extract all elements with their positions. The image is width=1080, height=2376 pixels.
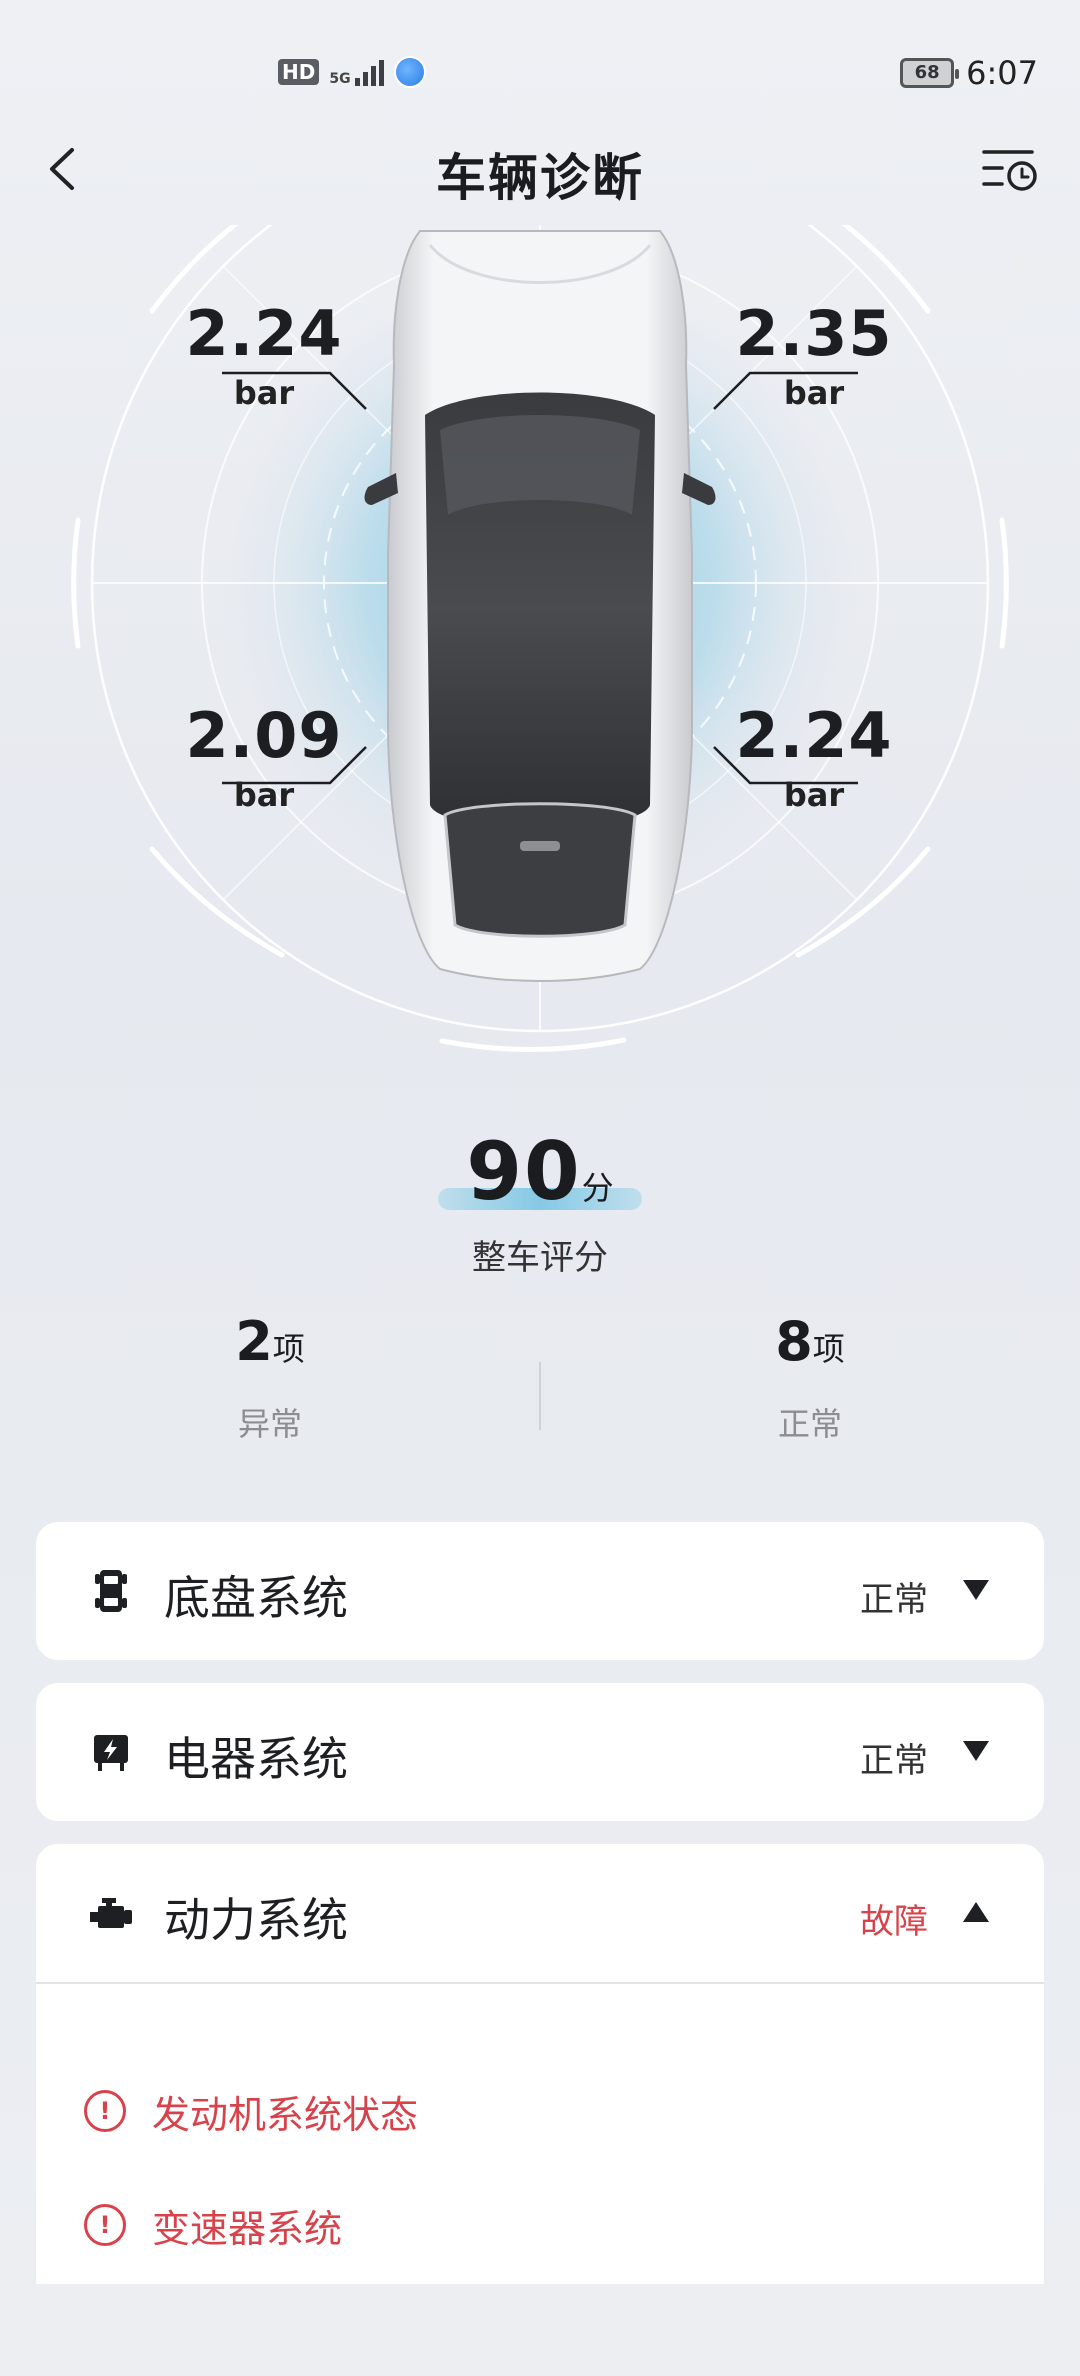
fault-item[interactable]: ! 发动机系统状态: [36, 2074, 1044, 2188]
history-button[interactable]: [980, 144, 1040, 194]
system-card-power[interactable]: 动力系统 故障 ! 发动机系统状态 ! 变速器系统: [36, 1844, 1044, 2284]
abnormal-label: 异常: [237, 1405, 302, 1443]
diagnosis-stats: 2项 异常 8项 正常: [0, 1310, 1080, 1470]
signal-icon: 5G: [329, 58, 384, 87]
collapse-arrow-icon[interactable]: [962, 1898, 990, 1926]
abnormal-count: 2: [235, 1310, 273, 1373]
card-title: 动力系统: [164, 1893, 348, 1947]
fault-item[interactable]: ! 变速器系统: [36, 2188, 1044, 2302]
chassis-icon: [95, 1570, 127, 1612]
tire-pressure-value: 2.35: [735, 297, 893, 370]
battery-icon: 68: [900, 58, 960, 88]
car-radar-graphic: [71, 225, 1009, 1052]
system-card-electrical[interactable]: 电器系统 正常: [36, 1683, 1044, 1821]
electrical-icon: [94, 1735, 128, 1771]
card-status: 故障: [860, 1902, 928, 1942]
normal-unit: 项: [812, 1330, 845, 1368]
tire-pressure-value: 2.24: [735, 699, 893, 772]
score-unit: 分: [581, 1169, 614, 1207]
tire-pressure-value: 2.24: [185, 297, 343, 370]
tire-pressure-unit: bar: [233, 776, 295, 814]
tire-front-right: 2.35 bar: [724, 301, 904, 413]
tire-front-left: 2.24 bar: [174, 301, 354, 413]
list-clock-icon: [982, 150, 1037, 191]
network-label: 5G: [329, 71, 351, 87]
alert-icon: !: [84, 2090, 126, 2132]
vehicle-score: 90分 整车评分: [0, 1125, 1080, 1279]
score-display: 90分: [438, 1125, 642, 1218]
car-diagram: 2.24 bar 2.35 bar 2.09 bar 2.24 bar: [0, 225, 1080, 1065]
stats-divider: [539, 1362, 541, 1430]
score-label: 整车评分: [472, 1238, 608, 1278]
hd-badge: HD: [278, 59, 320, 85]
stat-normal: 8项 正常: [660, 1310, 960, 1445]
fault-text: 发动机系统状态: [152, 2093, 419, 2137]
card-status: 正常: [860, 1580, 928, 1620]
signal-bars: [354, 58, 384, 86]
card-title: 电器系统: [164, 1732, 348, 1786]
stat-abnormal: 2项 异常: [120, 1310, 420, 1445]
fault-text: 变速器系统: [152, 2207, 343, 2251]
system-card-chassis[interactable]: 底盘系统 正常: [36, 1522, 1044, 1660]
abnormal-unit: 项: [272, 1330, 305, 1368]
card-header[interactable]: 底盘系统 正常: [36, 1522, 1044, 1660]
page-title: 车辆诊断: [436, 149, 644, 207]
tire-pressure-value: 2.09: [185, 699, 343, 772]
tire-pressure-unit: bar: [783, 776, 845, 814]
clock: 6:07: [966, 54, 1038, 92]
status-left: HD 5G: [278, 56, 426, 88]
card-header[interactable]: 电器系统 正常: [36, 1683, 1044, 1821]
tire-pressure-unit: bar: [783, 374, 845, 412]
alert-icon: !: [84, 2204, 126, 2246]
tire-rear-left: 2.09 bar: [174, 703, 354, 815]
score-value: 90: [466, 1125, 582, 1218]
expand-arrow-icon[interactable]: [962, 1737, 990, 1765]
browser-icon: [393, 56, 426, 88]
header: 车辆诊断: [0, 120, 1080, 220]
engine-icon: [90, 1898, 132, 1928]
expand-arrow-icon[interactable]: [962, 1576, 990, 1604]
normal-count: 8: [775, 1310, 813, 1373]
status-right: 68 6:07: [900, 54, 1038, 92]
card-header[interactable]: 动力系统 故障: [36, 1844, 1044, 1982]
tire-pressure-unit: bar: [233, 374, 295, 412]
card-status: 正常: [860, 1741, 928, 1781]
fault-list: ! 发动机系统状态 ! 变速器系统: [36, 1984, 1044, 2342]
card-title: 底盘系统: [164, 1571, 348, 1625]
normal-label: 正常: [777, 1405, 842, 1443]
tire-rear-right: 2.24 bar: [724, 703, 904, 815]
